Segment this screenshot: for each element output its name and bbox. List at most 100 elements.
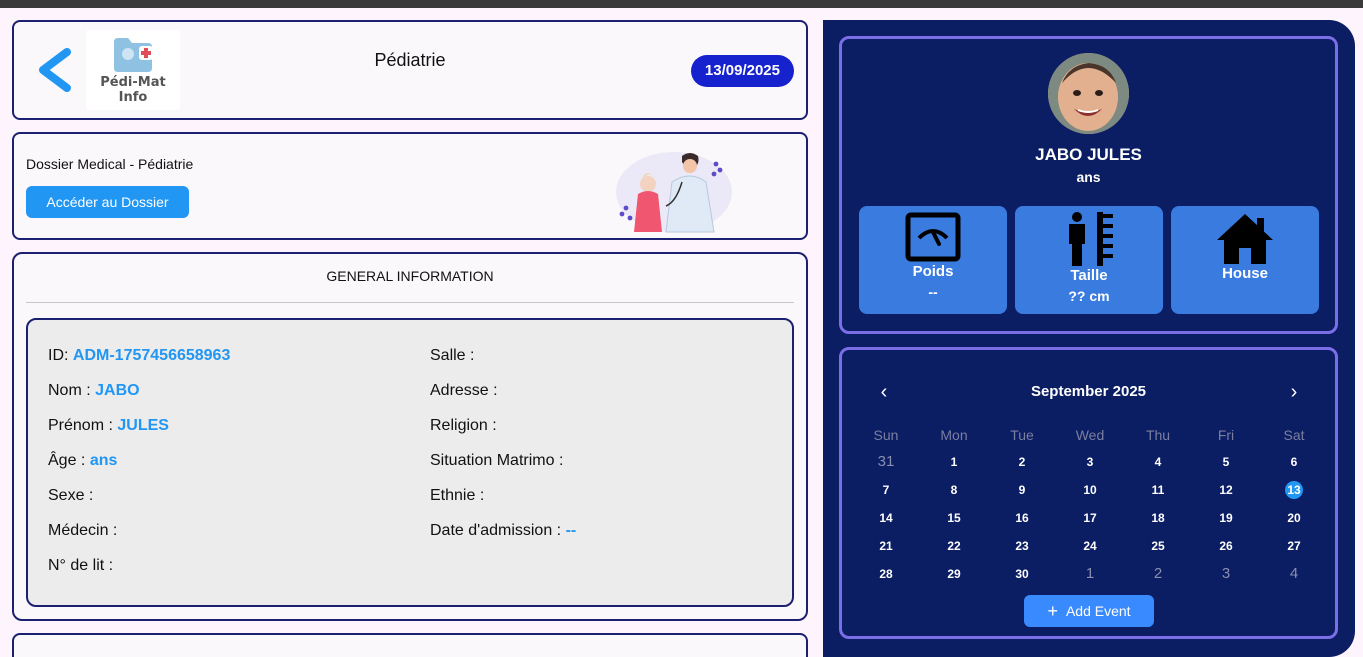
field-nom: Nom : JABO	[48, 382, 140, 400]
weekday-header: Sat	[1283, 427, 1305, 443]
height-tile[interactable]: Taille ?? cm	[1015, 206, 1163, 314]
calendar-day[interactable]: 3	[1056, 449, 1124, 475]
calendar-day[interactable]: 10	[1056, 477, 1124, 503]
field-value: --	[565, 522, 577, 539]
field-label: Adresse :	[430, 382, 498, 399]
field-salle: Salle :	[430, 347, 474, 365]
window-top-bar	[0, 0, 1363, 8]
calendar-day[interactable]: 4	[1124, 449, 1192, 475]
plus-icon: +	[1047, 601, 1058, 621]
add-event-button[interactable]: + Add Event	[1024, 595, 1154, 627]
calendar-day[interactable]: 5	[1192, 449, 1260, 475]
access-dossier-button[interactable]: Accéder au Dossier	[26, 186, 189, 218]
calendar-day[interactable]: 27	[1260, 533, 1328, 559]
calendar-day[interactable]: 12	[1192, 477, 1260, 503]
house-icon	[1217, 214, 1273, 264]
field-label: Prénom :	[48, 417, 113, 434]
logo-text-line1: Pédi-Mat	[100, 75, 166, 90]
calendar-day[interactable]: 17	[1056, 505, 1124, 531]
field-label: Âge :	[48, 452, 86, 469]
weekday-header: Wed	[1075, 427, 1105, 443]
calendar-day[interactable]: 7	[852, 477, 920, 503]
field-label: Religion :	[430, 417, 497, 434]
field-label: Date d'admission :	[430, 522, 562, 539]
calendar-day[interactable]: 29	[920, 561, 988, 587]
scale-icon	[905, 212, 961, 262]
patient-profile-box: JABO JULES ans Poids -- Taille ?? cm Hou…	[839, 36, 1338, 334]
calendar-day[interactable]: 23	[988, 533, 1056, 559]
field-label: Sexe :	[48, 487, 94, 504]
calendar-day[interactable]: 6	[1260, 449, 1328, 475]
calendar-day[interactable]: 21	[852, 533, 920, 559]
baby-photo	[1048, 53, 1129, 134]
field-label: Ethnie :	[430, 487, 485, 504]
calendar-day[interactable]: 19	[1192, 505, 1260, 531]
calendar-month-title: September 2025	[1030, 383, 1147, 400]
weekday-header: Mon	[940, 427, 968, 443]
weight-tile[interactable]: Poids --	[859, 206, 1007, 314]
tile-value: --	[928, 284, 938, 300]
field-ethnie: Ethnie :	[430, 487, 484, 505]
divider	[26, 302, 794, 303]
field-label: Situation Matrimo :	[430, 452, 564, 469]
house-tile[interactable]: House	[1171, 206, 1319, 314]
weekday-header: Fri	[1217, 427, 1235, 443]
calendar-day[interactable]: 15	[920, 505, 988, 531]
dossier-label: Dossier Medical - Pédiatrie	[26, 156, 194, 172]
patient-side-panel: JABO JULES ans Poids -- Taille ?? cm Hou…	[823, 20, 1355, 657]
calendar-day-today[interactable]: 13	[1260, 477, 1328, 503]
dossier-card: Dossier Medical - Pédiatrie Accéder au D…	[12, 132, 808, 240]
weekday-header: Thu	[1145, 427, 1171, 443]
calendar-day[interactable]: 2	[988, 449, 1056, 475]
calendar-day[interactable]: 26	[1192, 533, 1260, 559]
tile-label: Poids	[912, 263, 954, 280]
doctor-patient-illustration	[616, 152, 732, 233]
field-value: JULES	[117, 417, 169, 434]
field-prenom: Prénom : JULES	[48, 417, 169, 435]
calendar-day[interactable]: 1	[1056, 561, 1124, 587]
calendar-day[interactable]: 3	[1192, 561, 1260, 587]
calendar-day[interactable]: 11	[1124, 477, 1192, 503]
calendar-day[interactable]: 14	[852, 505, 920, 531]
field-label: N° de lit :	[48, 557, 114, 574]
field-label: Salle :	[430, 347, 475, 364]
field-religion: Religion :	[430, 417, 497, 435]
tile-label: House	[1222, 265, 1268, 282]
tile-label: Taille	[1070, 267, 1108, 284]
calendar-day[interactable]: 16	[988, 505, 1056, 531]
field-value: ans	[89, 452, 118, 469]
calendar-day[interactable]: 4	[1260, 561, 1328, 587]
calendar-day[interactable]: 24	[1056, 533, 1124, 559]
field-sexe: Sexe :	[48, 487, 93, 505]
weekday-header: Sun	[873, 427, 899, 443]
calendar-day[interactable]: 22	[920, 533, 988, 559]
patient-name: JABO JULES	[1035, 145, 1142, 164]
field-medecin: Médecin :	[48, 522, 117, 540]
logo-text-line2: Info	[118, 90, 148, 105]
field-age: Âge : ans	[48, 452, 117, 470]
add-event-label: Add Event	[1065, 603, 1131, 619]
calendar-day[interactable]: 20	[1260, 505, 1328, 531]
field-value: JABO	[95, 382, 140, 399]
calendar-day[interactable]: 28	[852, 561, 920, 587]
field-label: ID:	[48, 347, 69, 364]
calendar-day[interactable]: 30	[988, 561, 1056, 587]
calendar-day[interactable]: 9	[988, 477, 1056, 503]
calendar-day[interactable]: 18	[1124, 505, 1192, 531]
calendar-day[interactable]: 8	[920, 477, 988, 503]
height-icon	[1069, 212, 1113, 266]
weekday-header: Tue	[1010, 427, 1034, 443]
next-month-button[interactable]: ›	[1282, 380, 1306, 404]
field-adresse: Adresse :	[430, 382, 498, 400]
calendar-day[interactable]: 1	[920, 449, 988, 475]
calendar-day[interactable]: 2	[1124, 561, 1192, 587]
field-situation-matrimoniale: Situation Matrimo :	[430, 452, 563, 470]
tile-value: ?? cm	[1068, 288, 1110, 304]
field-id: ID: ADM-1757456658963	[48, 347, 230, 365]
calendar-day[interactable]: 25	[1124, 533, 1192, 559]
general-information-title: GENERAL INFORMATION	[326, 268, 494, 284]
patient-info-box: ID: ADM-1757456658963 Nom : JABO Prénom …	[26, 318, 794, 607]
field-value: ADM-1757456658963	[72, 347, 231, 364]
calendar-day[interactable]: 31	[852, 449, 920, 475]
field-date-admission: Date d'admission : --	[430, 522, 576, 540]
